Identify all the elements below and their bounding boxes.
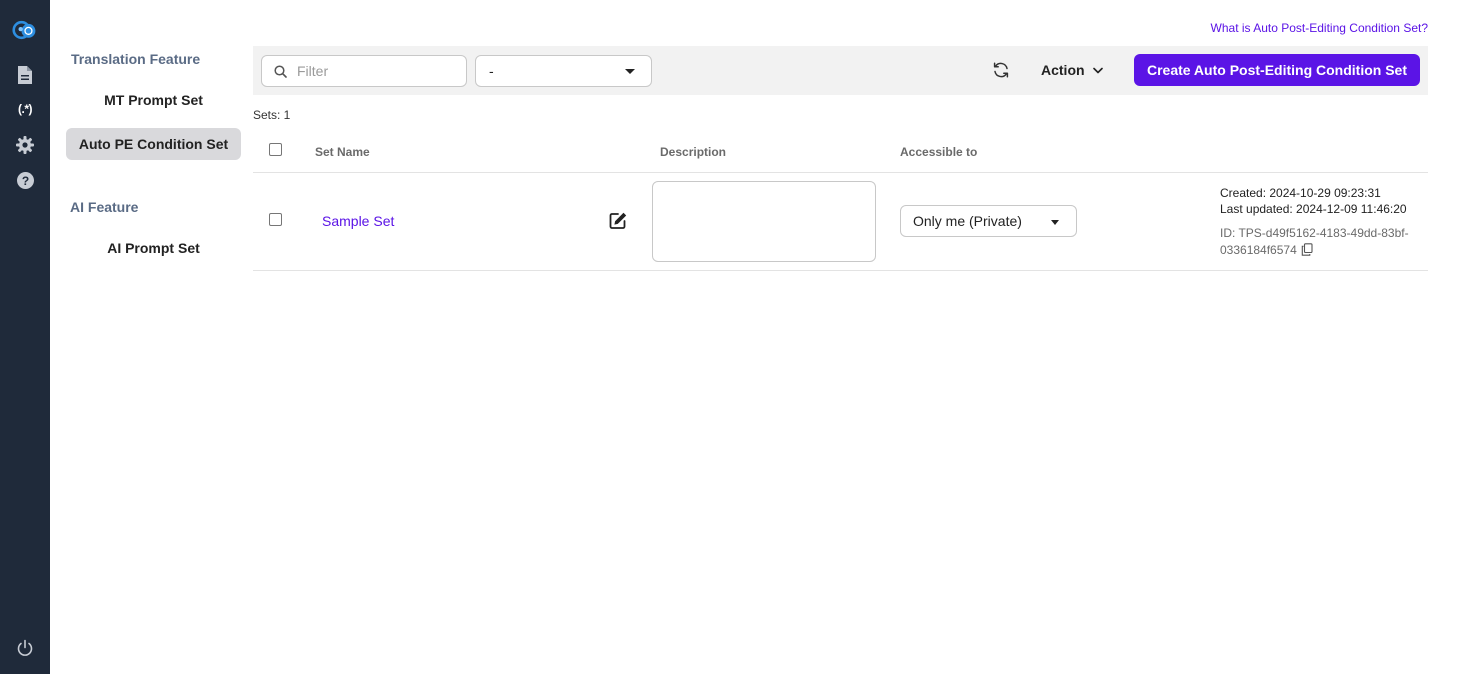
logo-icon[interactable] xyxy=(12,17,38,43)
set-id-line1: ID: TPS-d49f5162-4183-49dd-83bf- xyxy=(1220,226,1409,240)
help-icon[interactable]: ? xyxy=(12,167,38,193)
edit-icon[interactable] xyxy=(608,211,628,231)
accessible-to-value: Only me (Private) xyxy=(913,213,1022,229)
header-divider xyxy=(253,172,1428,173)
column-header-accessible-to: Accessible to xyxy=(900,145,978,159)
filter-field[interactable] xyxy=(261,55,467,87)
updated-timestamp: Last updated: 2024-12-09 11:46:20 xyxy=(1220,202,1407,216)
description-field[interactable] xyxy=(652,181,876,262)
set-id-line2: 0336184f6574 xyxy=(1220,243,1297,257)
set-id-line2-wrap: 0336184f6574 xyxy=(1220,243,1313,257)
refresh-icon[interactable] xyxy=(990,59,1012,81)
created-timestamp: Created: 2024-10-29 09:23:31 xyxy=(1220,186,1381,200)
create-condition-set-button[interactable]: Create Auto Post-Editing Condition Set xyxy=(1134,54,1420,86)
nav-item-auto-pe-condition-set[interactable]: Auto PE Condition Set xyxy=(66,128,241,160)
chevron-down-icon xyxy=(1092,67,1103,73)
action-label: Action xyxy=(1041,62,1085,78)
filter-select[interactable]: - xyxy=(475,55,652,87)
row-checkbox[interactable] xyxy=(269,213,282,226)
nav-item-mt-prompt-set[interactable]: MT Prompt Set xyxy=(66,84,241,116)
filter-input[interactable] xyxy=(297,63,457,79)
svg-text:?: ? xyxy=(21,174,28,188)
column-header-description: Description xyxy=(660,145,727,159)
nav-item-ai-prompt-set[interactable]: AI Prompt Set xyxy=(66,232,241,264)
copy-icon[interactable] xyxy=(1301,243,1313,256)
help-link[interactable]: What is Auto Post-Editing Condition Set? xyxy=(1211,21,1428,35)
set-name-link[interactable]: Sample Set xyxy=(322,213,394,229)
caret-down-icon xyxy=(1051,220,1059,225)
power-icon[interactable] xyxy=(12,635,38,661)
accessible-to-select[interactable]: Only me (Private) xyxy=(900,205,1077,237)
toolbar: - Action Create Auto Post-Editing Condit… xyxy=(253,46,1428,95)
caret-down-icon xyxy=(625,69,635,74)
gear-icon[interactable] xyxy=(12,132,38,158)
select-all-checkbox[interactable] xyxy=(269,143,282,156)
filter-select-value: - xyxy=(489,63,494,79)
section-title-translation: Translation Feature xyxy=(71,51,201,67)
row-divider xyxy=(253,270,1428,271)
sets-count: Sets: 1 xyxy=(253,108,291,122)
secondary-nav: Translation Feature MT Prompt Set Auto P… xyxy=(50,0,250,674)
regex-icon[interactable]: (.*) xyxy=(12,96,38,122)
search-icon xyxy=(274,64,287,78)
section-title-ai: AI Feature xyxy=(70,199,139,215)
column-header-set-name[interactable]: Set Name xyxy=(315,145,370,159)
left-rail: (.*) ? xyxy=(0,0,50,674)
action-menu-button[interactable]: Action xyxy=(1041,60,1103,80)
document-icon[interactable] xyxy=(12,62,38,88)
